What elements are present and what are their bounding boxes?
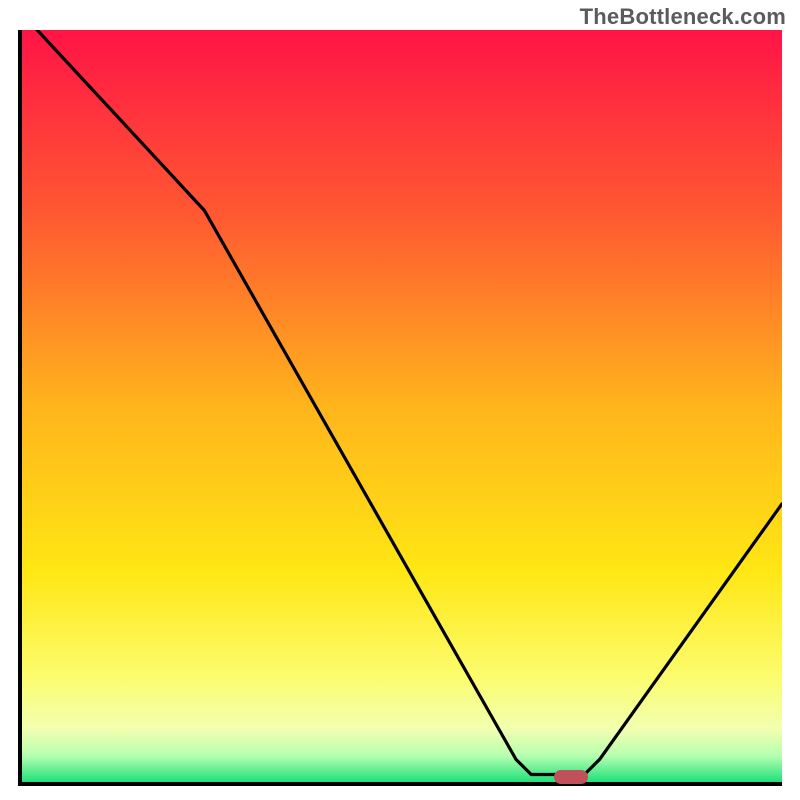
optimal-range-marker: [554, 770, 588, 784]
background-gradient: [22, 30, 782, 782]
chart-frame: TheBottleneck.com: [0, 0, 800, 800]
attribution-label: TheBottleneck.com: [580, 4, 786, 30]
plot-area: [18, 30, 782, 786]
